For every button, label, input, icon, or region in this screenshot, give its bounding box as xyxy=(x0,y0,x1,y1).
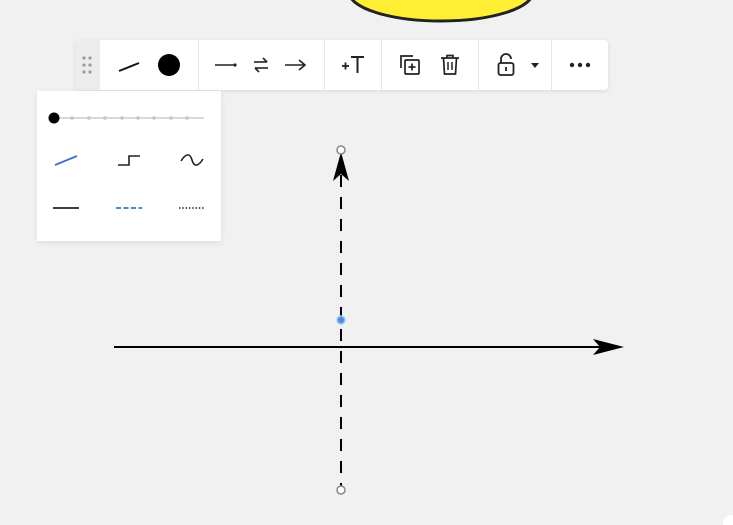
line-shape-curved-button[interactable] xyxy=(170,146,214,174)
toolbar-drag-handle[interactable] xyxy=(75,40,100,90)
line-pattern-solid-button[interactable] xyxy=(44,194,88,222)
line-pattern-dotted-button[interactable] xyxy=(170,194,214,222)
more-options-button[interactable] xyxy=(565,40,595,90)
toolbar-divider xyxy=(198,40,199,90)
caret-down-icon xyxy=(531,63,539,68)
stroke-width-slider-thumb[interactable] xyxy=(48,112,60,124)
elbow-line-icon xyxy=(118,155,140,166)
end-arrow-icon xyxy=(285,59,307,71)
stroke-color-icon xyxy=(158,54,180,76)
canvas-corner xyxy=(723,515,733,525)
dotted-line-icon xyxy=(179,207,205,209)
end-arrow-button[interactable] xyxy=(281,40,311,90)
straight-line-icon xyxy=(54,155,78,166)
start-arrow-button[interactable] xyxy=(211,40,241,90)
yellow-ellipse-shape[interactable] xyxy=(349,0,533,23)
add-text-icon xyxy=(342,56,364,73)
solid-line-icon xyxy=(53,207,79,209)
curved-line-icon xyxy=(180,154,204,166)
stroke-color-button[interactable] xyxy=(153,40,185,90)
lock-options-dropdown[interactable] xyxy=(525,40,545,90)
line-pattern-dashed-button[interactable] xyxy=(107,194,151,222)
line-style-icon xyxy=(118,62,140,72)
start-arrow-icon xyxy=(215,63,237,67)
add-text-button[interactable] xyxy=(337,40,369,90)
duplicate-button[interactable] xyxy=(395,40,425,90)
line-style-panel xyxy=(37,91,221,241)
dashed-line-icon xyxy=(116,207,142,209)
swap-direction-button[interactable] xyxy=(246,40,276,90)
selection-handle-middle[interactable] xyxy=(336,315,346,325)
toolbar-divider xyxy=(324,40,325,90)
line-shape-elbow-button[interactable] xyxy=(107,146,151,174)
toolbar-divider xyxy=(478,40,479,90)
lock-button[interactable] xyxy=(491,40,521,90)
drag-handle-icon xyxy=(82,56,92,74)
line-shape-straight-button[interactable] xyxy=(44,146,88,174)
swap-direction-icon xyxy=(254,57,268,73)
duplicate-icon xyxy=(400,55,420,75)
delete-icon xyxy=(441,54,459,75)
line-style-button[interactable] xyxy=(113,40,145,90)
toolbar-divider xyxy=(551,40,552,90)
stroke-width-slider[interactable] xyxy=(37,100,221,140)
toolbar-divider xyxy=(381,40,382,90)
selection-handle-top[interactable] xyxy=(336,145,346,155)
selection-handle-bottom[interactable] xyxy=(336,485,346,495)
line-toolbar xyxy=(75,40,608,90)
more-icon xyxy=(569,62,591,68)
lock-icon xyxy=(497,53,515,76)
delete-button[interactable] xyxy=(435,40,465,90)
